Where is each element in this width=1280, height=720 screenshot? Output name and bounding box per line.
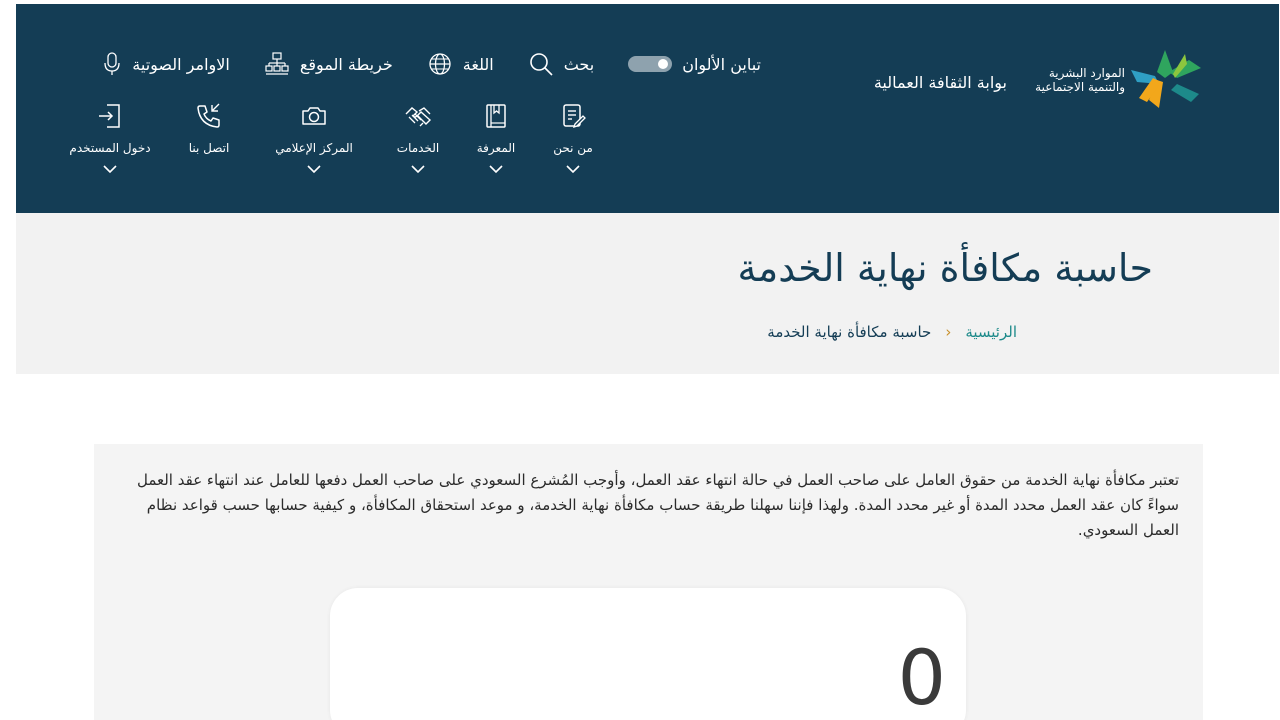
- org-name: الموارد البشرية والتنمية الاجتماعية: [1035, 66, 1125, 94]
- nav-media-label: المركز الإعلامي: [275, 141, 353, 155]
- contrast-switch[interactable]: [628, 56, 673, 72]
- org-name-line1: الموارد البشرية: [1048, 66, 1125, 80]
- search-label: بحث: [563, 54, 595, 74]
- nav-contact-label: اتصل بنا: [188, 141, 230, 155]
- chevron-down-icon[interactable]: [410, 164, 426, 174]
- main-nav: من نحن المعرفة الخدمات المركز الإعلامي ا…: [51, 102, 611, 174]
- nav-login-label: دخول المستخدم: [69, 141, 151, 155]
- language-button[interactable]: اللغة: [427, 51, 494, 77]
- voice-commands-button[interactable]: الاوامر الصوتية: [102, 51, 230, 77]
- nav-about[interactable]: من نحن: [535, 102, 611, 174]
- book-icon: [486, 104, 506, 128]
- nav-media-center[interactable]: المركز الإعلامي: [249, 102, 379, 174]
- nav-knowledge[interactable]: المعرفة: [457, 102, 535, 174]
- breadcrumb-separator-icon: ‹: [945, 323, 952, 341]
- nav-login[interactable]: دخول المستخدم: [51, 102, 169, 174]
- intro-text: تعتبر مكافأة نهاية الخدمة من حقوق العامل…: [136, 471, 1179, 539]
- ministry-logo-icon[interactable]: [1129, 48, 1203, 110]
- breadcrumb-home-link[interactable]: الرئيسية: [965, 323, 1017, 341]
- language-label: اللغة: [462, 54, 494, 74]
- page-heading-band: حاسبة مكافأة نهاية الخدمة الرئيسية ‹ حاس…: [16, 213, 1279, 374]
- page: الموارد البشرية والتنمية الاجتماعية بواب…: [16, 4, 1279, 720]
- chevron-down-icon[interactable]: [488, 164, 504, 174]
- sitemap-icon: [265, 52, 289, 75]
- contrast-toggle[interactable]: تباين الألوان: [628, 55, 761, 74]
- chevron-down-icon[interactable]: [102, 164, 118, 174]
- contrast-label: تباين الألوان: [682, 54, 761, 74]
- nav-services-label: الخدمات: [396, 141, 440, 155]
- chevron-down-icon[interactable]: [565, 164, 581, 174]
- nav-about-label: من نحن: [553, 141, 593, 155]
- calculator-result-value: 0: [897, 633, 946, 720]
- breadcrumb: الرئيسية ‹ حاسبة مكافأة نهاية الخدمة: [767, 323, 1017, 341]
- site-header: الموارد البشرية والتنمية الاجتماعية بواب…: [16, 4, 1279, 213]
- phone-icon: [197, 103, 220, 128]
- nav-services[interactable]: الخدمات: [379, 102, 457, 174]
- sitemap-link[interactable]: خريطة الموقع: [264, 51, 393, 77]
- search-button[interactable]: بحث: [528, 51, 595, 77]
- sitemap-label: خريطة الموقع: [299, 54, 393, 74]
- page-title: حاسبة مكافأة نهاية الخدمة: [737, 246, 1153, 290]
- camera-icon: [302, 107, 326, 125]
- org-name-line2: والتنمية الاجتماعية: [1035, 80, 1125, 94]
- document-edit-icon: [563, 104, 586, 129]
- login-icon: [99, 104, 120, 128]
- chevron-down-icon[interactable]: [306, 164, 322, 174]
- nav-knowledge-label: المعرفة: [476, 141, 516, 155]
- handshake-icon: [405, 107, 432, 127]
- search-icon: [529, 53, 553, 76]
- nav-contact[interactable]: اتصل بنا: [169, 102, 249, 174]
- microphone-icon: [104, 52, 120, 75]
- breadcrumb-current: حاسبة مكافأة نهاية الخدمة: [767, 323, 932, 341]
- globe-icon: [429, 53, 451, 75]
- voice-label: الاوامر الصوتية: [132, 54, 230, 74]
- portal-title: بوابة الثقافة العمالية: [873, 73, 1007, 92]
- utility-bar: تباين الألوان بحث اللغة خريطة الموقع الا…: [102, 50, 761, 78]
- calculator-result-card: 0: [330, 588, 966, 720]
